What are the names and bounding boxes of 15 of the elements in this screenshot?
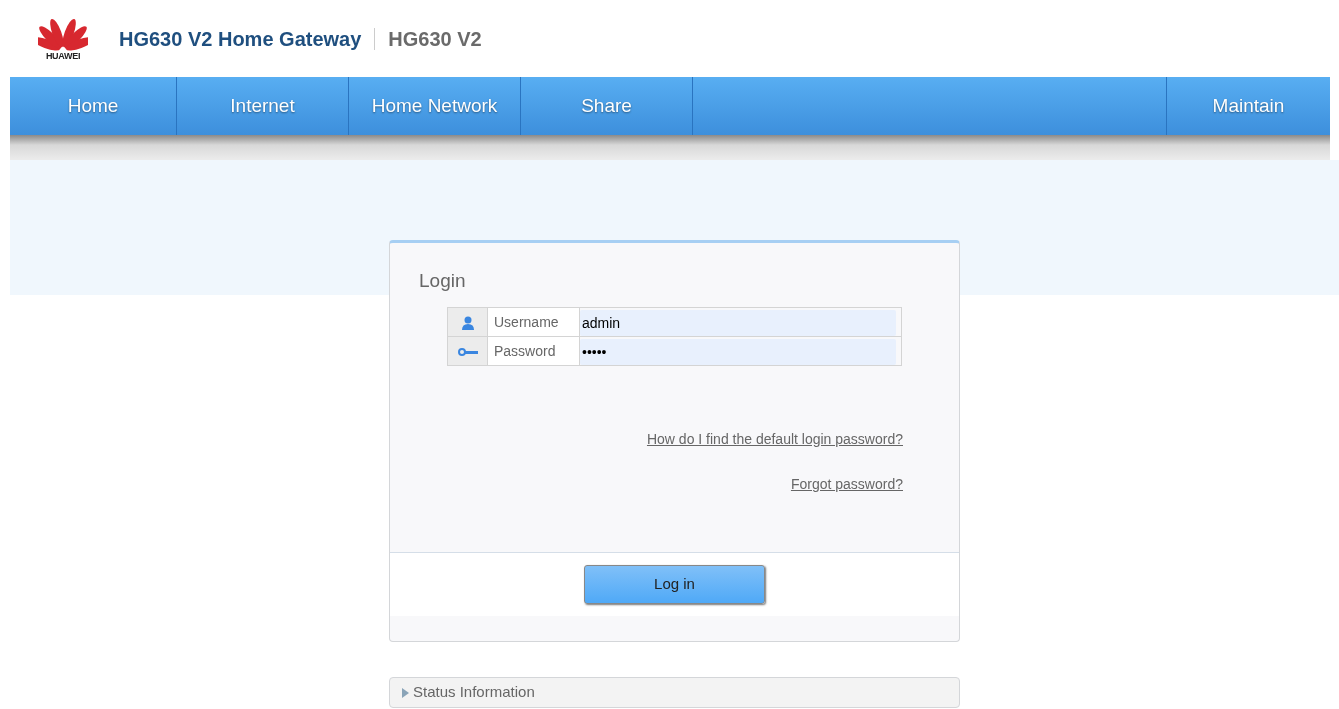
app-title: HG630 V2 Home Gateway <box>119 26 362 52</box>
model-name: HG630 V2 <box>388 26 482 52</box>
login-title: Login <box>418 269 467 293</box>
user-icon <box>460 315 475 330</box>
login-button[interactable]: Log in <box>584 565 765 604</box>
status-label: Status Information <box>413 682 535 703</box>
field-label: Password <box>487 336 580 366</box>
help-link[interactable]: How do I find the default login password? <box>646 429 903 450</box>
key-icon <box>457 347 478 356</box>
field-label: Username <box>487 307 580 337</box>
logo-text: HUAWEI <box>45 52 81 61</box>
logo-icon <box>38 16 88 52</box>
status-panel[interactable]: Status Information <box>389 677 960 708</box>
help-link[interactable]: Forgot password? <box>790 474 903 495</box>
caret-icon <box>402 687 409 698</box>
